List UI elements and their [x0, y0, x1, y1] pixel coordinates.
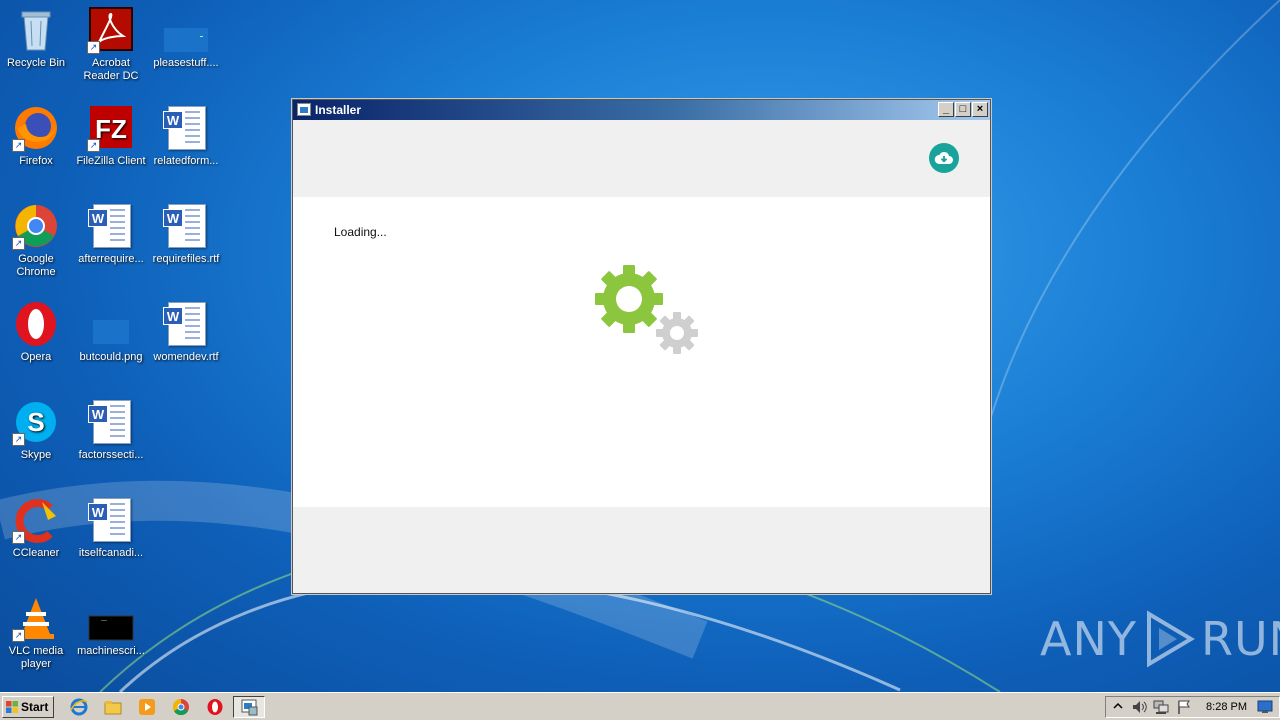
shortcut-arrow-icon: ↗: [12, 531, 25, 544]
desktop-icon-ccleaner[interactable]: ↗ CCleaner: [0, 496, 74, 560]
desktop-icon-label: Opera: [20, 351, 52, 363]
desktop-icon-label: requirefiles.rtf: [152, 253, 220, 265]
window-title: Installer: [315, 103, 362, 117]
loading-gears-icon: [593, 263, 703, 363]
desktop-icon-label: factorssecti...: [78, 449, 144, 461]
desktop-icon-label: Recycle Bin: [6, 57, 66, 69]
window-titlebar[interactable]: Installer _ □ ×: [293, 100, 990, 120]
shortcut-arrow-icon: ↗: [87, 139, 100, 152]
watermark-text-right: RUN: [1200, 612, 1280, 666]
show-desktop-icon[interactable]: [1257, 700, 1273, 714]
watermark-text-left: ANY: [1040, 612, 1137, 666]
desktop-icon-label: CCleaner: [12, 547, 60, 559]
installer-body: Loading...: [293, 197, 990, 507]
shortcut-arrow-icon: ↗: [12, 139, 25, 152]
image-file-icon: [162, 6, 210, 54]
desktop-icon-label: VLC media player: [8, 645, 64, 670]
file-explorer-icon[interactable]: [104, 698, 122, 716]
system-tray: 8:28 PM: [1105, 696, 1280, 718]
minimize-button[interactable]: _: [938, 102, 954, 117]
chrome-icon: ↗: [12, 202, 60, 250]
desktop-icon-label: Firefox: [19, 155, 53, 167]
desktop-icon-butcould[interactable]: butcould.png: [73, 300, 149, 364]
filezilla-icon: FZ ↗: [87, 104, 135, 152]
desktop-icon-label: butcould.png: [79, 351, 143, 363]
svg-text:S: S: [27, 407, 44, 437]
word-document-icon: W: [87, 202, 135, 250]
desktop-icon-label: afterrequire...: [78, 253, 144, 265]
opera-icon: [12, 300, 60, 348]
media-player-icon[interactable]: [138, 698, 156, 716]
maximize-button[interactable]: □: [955, 102, 971, 117]
word-document-icon: W: [162, 104, 210, 152]
desktop-icon-vlc[interactable]: ↗ VLC media player: [0, 594, 74, 671]
desktop-icon-label: FileZilla Client: [76, 155, 146, 167]
skype-icon: S ↗: [12, 398, 60, 446]
installer-app-icon: [297, 103, 311, 116]
desktop-icon-label: relatedform...: [153, 155, 219, 167]
chevron-up-icon[interactable]: [1112, 700, 1124, 714]
cloud-download-icon[interactable]: [929, 143, 959, 173]
ccleaner-icon: ↗: [12, 496, 60, 544]
word-document-icon: W: [87, 398, 135, 446]
vlc-cone-icon: ↗: [12, 594, 60, 642]
window-controls: _ □ ×: [937, 102, 988, 117]
desktop-icon-google-chrome[interactable]: ↗ Google Chrome: [0, 202, 74, 279]
desktop-icon-itselfcanadi[interactable]: W itselfcanadi...: [73, 496, 149, 560]
play-triangle-icon: [1146, 610, 1195, 668]
shortcut-arrow-icon: ↗: [12, 629, 25, 642]
desktop-icon-label: pleasestuff....: [153, 57, 219, 69]
acrobat-icon: ↗: [87, 6, 135, 54]
desktop-icon-requirefiles[interactable]: W requirefiles.rtf: [148, 202, 224, 266]
desktop-icon-recycle-bin[interactable]: Recycle Bin: [0, 6, 74, 70]
close-button[interactable]: ×: [972, 102, 988, 117]
opera-icon[interactable]: [206, 698, 224, 716]
installer-header: [293, 120, 990, 197]
chrome-icon[interactable]: [172, 698, 190, 716]
taskbar: Start 8:28 PM: [0, 692, 1280, 720]
desktop-icon-label: Acrobat Reader DC: [83, 57, 139, 82]
word-document-icon: W: [162, 202, 210, 250]
image-file-icon: [87, 594, 135, 642]
start-label: Start: [21, 700, 49, 714]
shortcut-arrow-icon: ↗: [12, 237, 25, 250]
start-button[interactable]: Start: [2, 696, 54, 718]
desktop-icon-filezilla[interactable]: FZ ↗ FileZilla Client: [73, 104, 149, 168]
desktop-icon-factorssecti[interactable]: W factorssecti...: [73, 398, 149, 462]
action-center-flag-icon[interactable]: [1176, 699, 1192, 715]
installer-app-icon: [241, 699, 258, 716]
anyrun-watermark: ANY RUN: [1040, 610, 1280, 668]
windows-flag-icon: [6, 701, 18, 713]
desktop-icon-acrobat[interactable]: ↗ Acrobat Reader DC: [73, 6, 149, 83]
desktop-icon-opera[interactable]: Opera: [0, 300, 74, 364]
installer-footer: [293, 507, 990, 593]
word-document-icon: W: [162, 300, 210, 348]
word-document-icon: W: [87, 496, 135, 544]
loading-status-text: Loading...: [334, 225, 387, 239]
shortcut-arrow-icon: ↗: [12, 433, 25, 446]
desktop-icon-afterrequire[interactable]: W afterrequire...: [73, 202, 149, 266]
installer-window[interactable]: Installer _ □ × Loading...: [292, 99, 991, 594]
desktop-icon-label: machinescri...: [77, 645, 145, 657]
taskbar-clock[interactable]: 8:28 PM: [1206, 701, 1247, 713]
network-icon[interactable]: [1152, 699, 1170, 715]
volume-icon[interactable]: [1130, 699, 1148, 715]
desktop-icon-pleasestuff[interactable]: pleasestuff....: [148, 6, 224, 70]
desktop-icon-machinescri[interactable]: machinescri...: [73, 594, 149, 658]
recycle-bin-icon: [12, 6, 60, 54]
desktop-icon-firefox[interactable]: ↗ Firefox: [0, 104, 74, 168]
desktop-icon-label: womendev.rtf: [153, 351, 219, 363]
desktop-icon-label: Google Chrome: [16, 253, 56, 278]
desktop-icon-skype[interactable]: S ↗ Skype: [0, 398, 74, 462]
image-file-icon: [87, 300, 135, 348]
desktop-icon-label: Skype: [20, 449, 52, 461]
firefox-icon: ↗: [12, 104, 60, 152]
internet-explorer-icon[interactable]: [70, 698, 88, 716]
shortcut-arrow-icon: ↗: [87, 41, 100, 54]
desktop-icon-womendev[interactable]: W womendev.rtf: [148, 300, 224, 364]
desktop-icon-relatedform[interactable]: W relatedform...: [148, 104, 224, 168]
desktop-icon-label: itselfcanadi...: [78, 547, 144, 559]
taskbar-task-installer[interactable]: [233, 696, 265, 718]
